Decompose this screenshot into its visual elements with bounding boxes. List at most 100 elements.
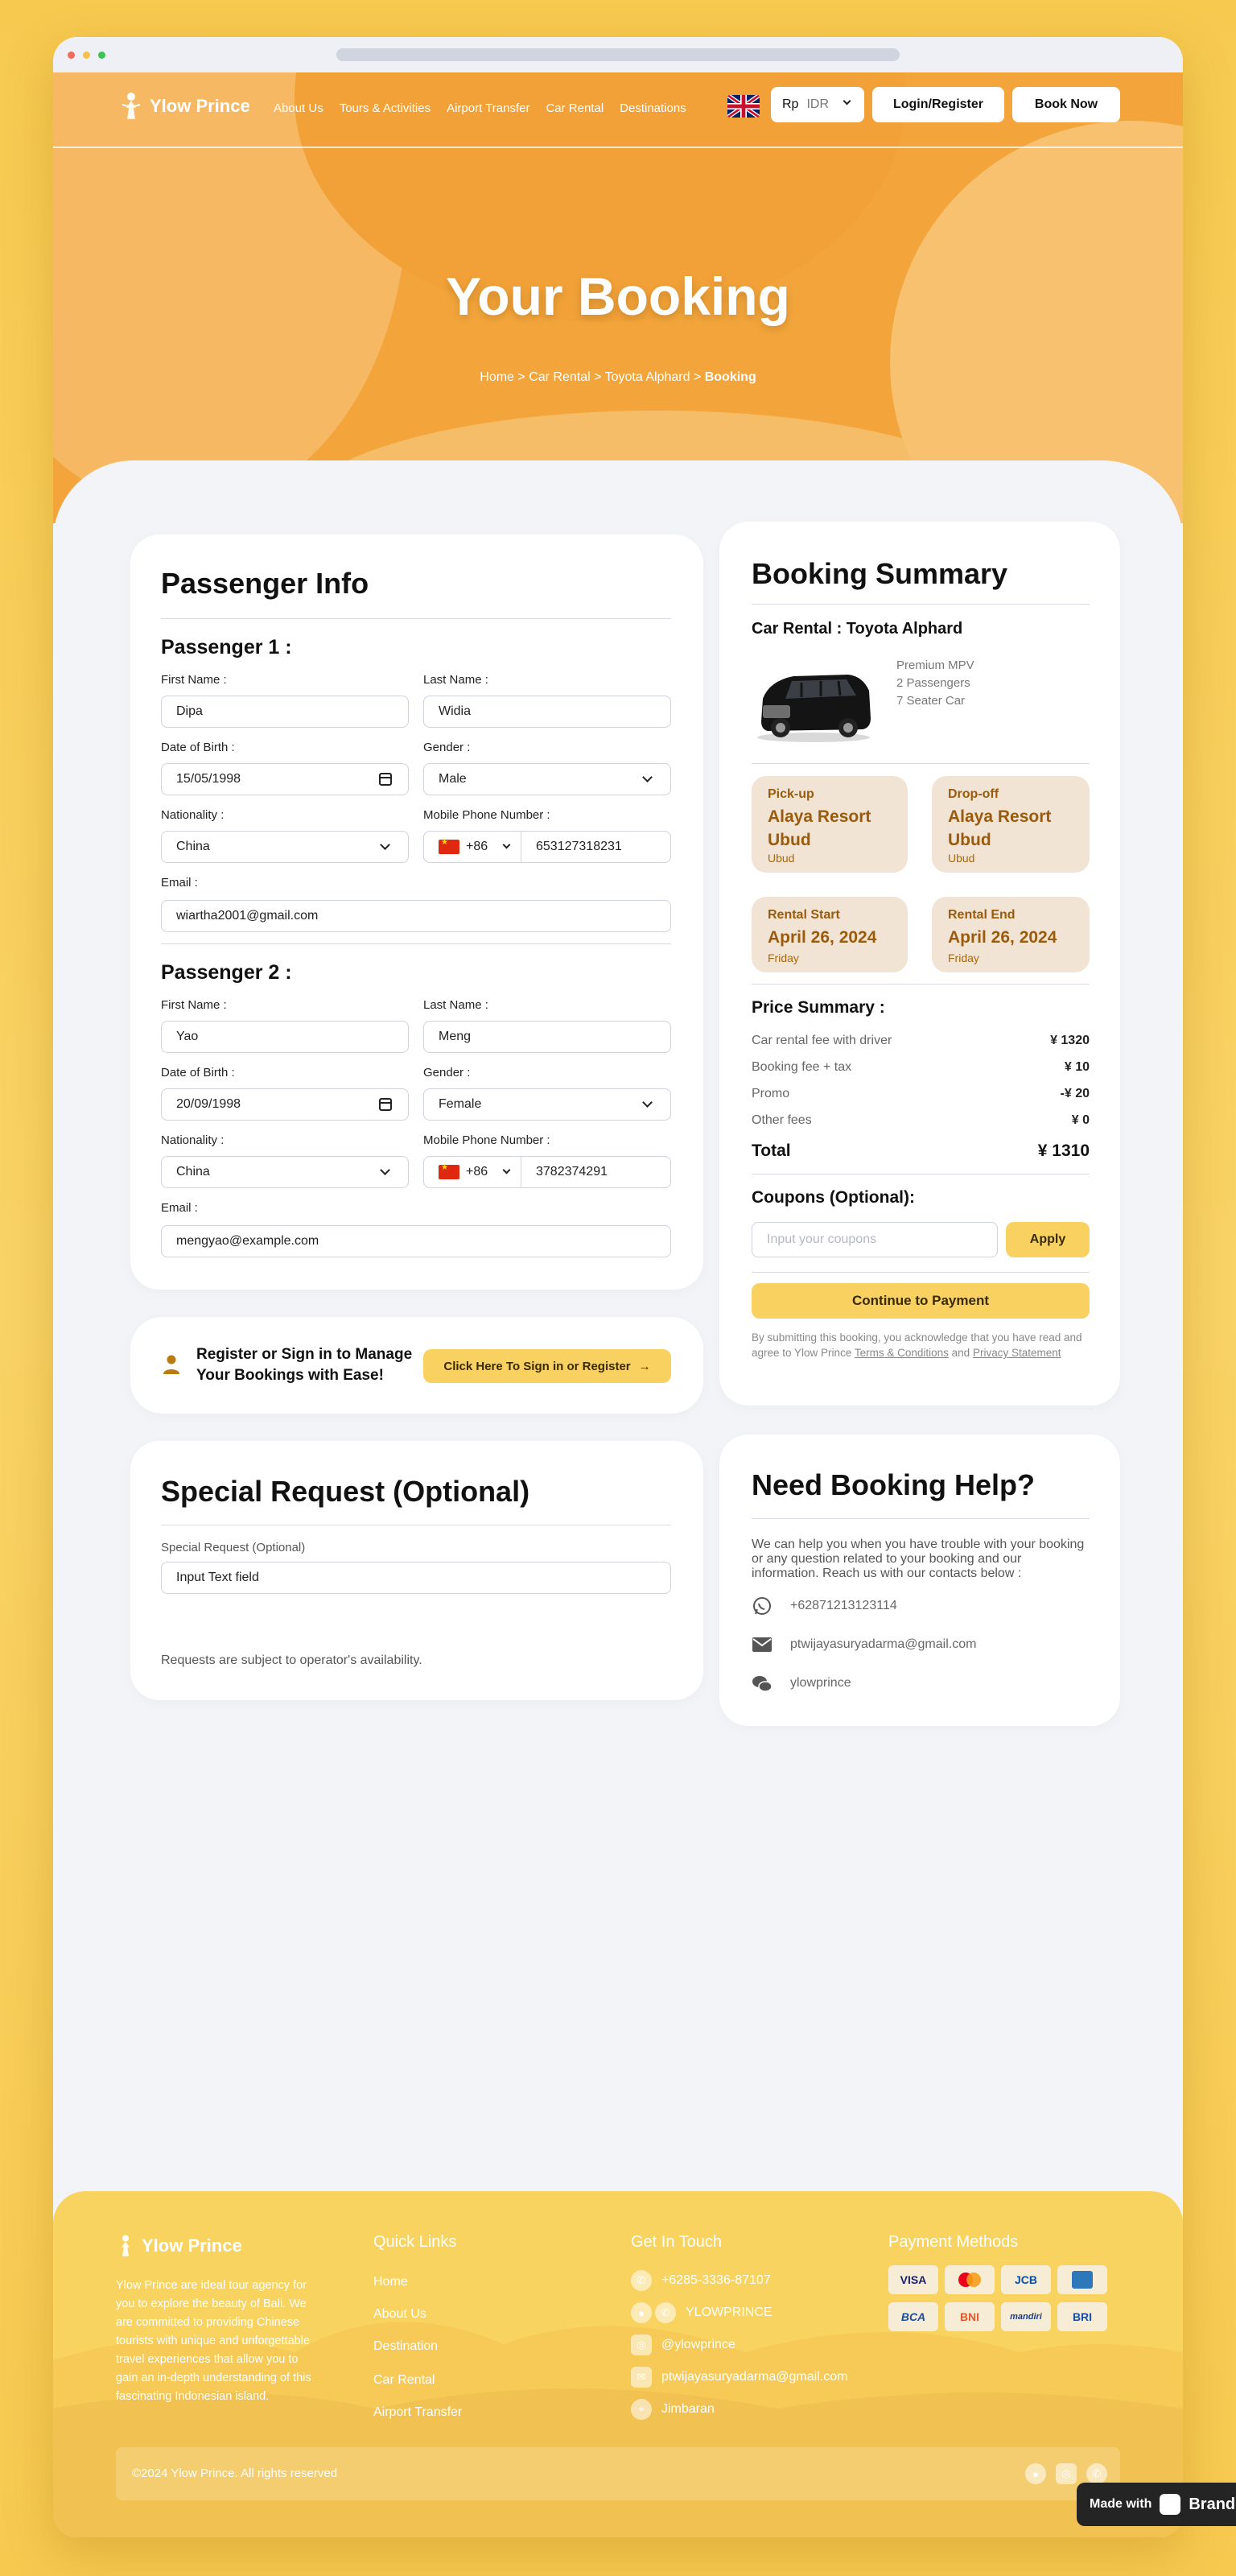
footer-instagram[interactable]: @ylowprince: [661, 2338, 735, 2352]
breadcrumb-home[interactable]: Home: [480, 370, 514, 384]
nav-link-tours[interactable]: Tours & Activities: [340, 101, 431, 115]
disclaimer-and: and: [951, 1347, 970, 1359]
quick-links-title: Quick Links: [373, 2233, 457, 2251]
wechat-icon[interactable]: ●: [1025, 2463, 1046, 2484]
close-dot[interactable]: [68, 51, 75, 59]
signin-text: Register or Sign in to Manage Your Booki…: [196, 1346, 413, 1384]
nav-link-about[interactable]: About Us: [274, 101, 323, 115]
footer-link-destination[interactable]: Destination: [373, 2339, 438, 2354]
disclaimer: By submitting this booking, you acknowle…: [752, 1330, 1090, 1360]
made-with-label: Made with: [1090, 2497, 1152, 2511]
phone-input[interactable]: 3782374291: [521, 1156, 671, 1188]
login-register-button[interactable]: Login/Register: [872, 87, 1004, 122]
feature-type: Premium MPV: [896, 658, 974, 672]
chevron-down-icon: [380, 840, 390, 850]
privacy-link[interactable]: Privacy Statement: [973, 1347, 1061, 1359]
footer-link-airport[interactable]: Airport Transfer: [373, 2405, 462, 2420]
gender-label: Gender :: [423, 1066, 471, 1080]
last-name-input[interactable]: Widia: [423, 696, 671, 728]
dob-input[interactable]: 15/05/1998: [161, 763, 409, 795]
price-label: Promo: [752, 1087, 790, 1100]
price-row: Other fees ¥ 0: [752, 1113, 1090, 1128]
gender-select[interactable]: Female: [423, 1088, 671, 1121]
coupon-input[interactable]: Input your coupons: [752, 1222, 998, 1257]
booking-help-card: Need Booking Help? We can help you when …: [719, 1435, 1120, 1726]
calendar-icon[interactable]: [379, 773, 392, 786]
phone-code-select[interactable]: +86: [423, 831, 521, 863]
email-input[interactable]: wiartha2001@gmail.com: [161, 900, 671, 932]
special-request-label: Special Request (Optional): [161, 1541, 306, 1554]
dob-label: Date of Birth :: [161, 741, 235, 754]
help-phone[interactable]: +62871213123114: [790, 1599, 897, 1613]
made-with-badge[interactable]: Made with Brand: [1077, 2483, 1236, 2526]
booking-summary-title: Booking Summary: [752, 557, 1008, 590]
price-list: Car rental fee with driver ¥ 1320 Bookin…: [752, 1034, 1090, 1146]
currency-select[interactable]: Rp IDR: [771, 87, 864, 122]
first-name-input[interactable]: Yao: [161, 1021, 409, 1053]
arrow-right-icon: →: [638, 1359, 651, 1373]
help-wechat[interactable]: ylowprince: [790, 1676, 851, 1690]
payment-methods-title: Payment Methods: [888, 2233, 1019, 2251]
apply-coupon-button[interactable]: Apply: [1006, 1222, 1090, 1257]
brand-logo[interactable]: Ylow Prince: [119, 90, 250, 122]
nav-link-destinations[interactable]: Destinations: [620, 101, 686, 115]
dropoff-value: Alaya Resort Ubud: [948, 807, 1052, 849]
breadcrumb-product[interactable]: Toyota Alphard: [605, 370, 690, 384]
nationality-select[interactable]: China: [161, 831, 409, 863]
price-row: Booking fee + tax ¥ 10: [752, 1060, 1090, 1075]
email-label: Email :: [161, 1201, 198, 1215]
uk-flag-icon[interactable]: [727, 95, 760, 118]
footer-email[interactable]: ptwijayasuryadarma@gmail.com: [661, 2370, 847, 2384]
footer-brand[interactable]: Ylow Prince: [116, 2233, 242, 2259]
special-request-input[interactable]: Input Text field: [161, 1562, 671, 1594]
first-name-label: First Name :: [161, 998, 227, 1012]
car-features: Premium MPV 2 Passengers 7 Seater Car: [896, 657, 974, 710]
footer-link-home[interactable]: Home: [373, 2275, 408, 2289]
contact-title: Get In Touch: [631, 2233, 723, 2251]
footer-location[interactable]: Jimbaran: [661, 2402, 715, 2417]
footer-brand-name: Ylow Prince: [142, 2235, 242, 2256]
whatsapp-icon: ✆: [631, 2270, 652, 2291]
price-value: -¥ 20: [1060, 1087, 1090, 1100]
footer-link-car-rental[interactable]: Car Rental: [373, 2373, 435, 2388]
chevron-down-icon: [380, 1165, 390, 1175]
signin-register-button[interactable]: Click Here To Sign in or Register →: [423, 1349, 671, 1383]
minimize-dot[interactable]: [83, 51, 90, 59]
rental-end-day: Friday: [948, 952, 979, 964]
page-title: Your Booking: [446, 266, 790, 326]
footer-link-about[interactable]: About Us: [373, 2307, 426, 2322]
visa-logo: VISA: [888, 2265, 938, 2294]
nav-link-car-rental[interactable]: Car Rental: [546, 101, 604, 115]
amex-logo: [1057, 2265, 1107, 2294]
email-label: Email :: [161, 876, 198, 890]
footer-phone[interactable]: +6285-3336-87107: [661, 2273, 771, 2288]
phone-code-value: +86: [466, 840, 488, 853]
phone-input[interactable]: 653127318231: [521, 831, 671, 863]
whatsapp-icon[interactable]: ✆: [1086, 2463, 1107, 2484]
last-name-input[interactable]: Meng: [423, 1021, 671, 1053]
url-bar[interactable]: [336, 48, 900, 61]
dob-input[interactable]: 20/09/1998: [161, 1088, 409, 1121]
total-label: Total: [752, 1141, 791, 1160]
rental-start-box: Rental Start April 26, 2024 Friday: [752, 897, 908, 972]
maximize-dot[interactable]: [98, 51, 105, 59]
phone-code-select[interactable]: +86: [423, 1156, 521, 1188]
total-row: Total ¥ 1310: [752, 1141, 1090, 1161]
help-email[interactable]: ptwijayasuryadarma@gmail.com: [790, 1637, 976, 1652]
brand-mark-icon: [119, 90, 143, 122]
first-name-input[interactable]: Dipa: [161, 696, 409, 728]
continue-to-payment-button[interactable]: Continue to Payment: [752, 1283, 1090, 1319]
wechat-icon: [752, 1674, 772, 1694]
book-now-button[interactable]: Book Now: [1012, 87, 1120, 122]
gender-select[interactable]: Male: [423, 763, 671, 795]
instagram-icon[interactable]: ◎: [1056, 2463, 1077, 2484]
nationality-select[interactable]: China: [161, 1156, 409, 1188]
signin-register-label: Click Here To Sign in or Register: [443, 1359, 631, 1373]
email-input[interactable]: mengyao@example.com: [161, 1225, 671, 1257]
terms-link[interactable]: Terms & Conditions: [855, 1347, 949, 1359]
breadcrumb-car-rental[interactable]: Car Rental: [529, 370, 590, 384]
calendar-icon[interactable]: [379, 1098, 392, 1111]
nav-link-airport[interactable]: Airport Transfer: [447, 101, 529, 115]
help-text: We can help you when you have trouble wi…: [752, 1538, 1085, 1580]
footer-wechat[interactable]: YLOWPRINCE: [686, 2306, 772, 2320]
